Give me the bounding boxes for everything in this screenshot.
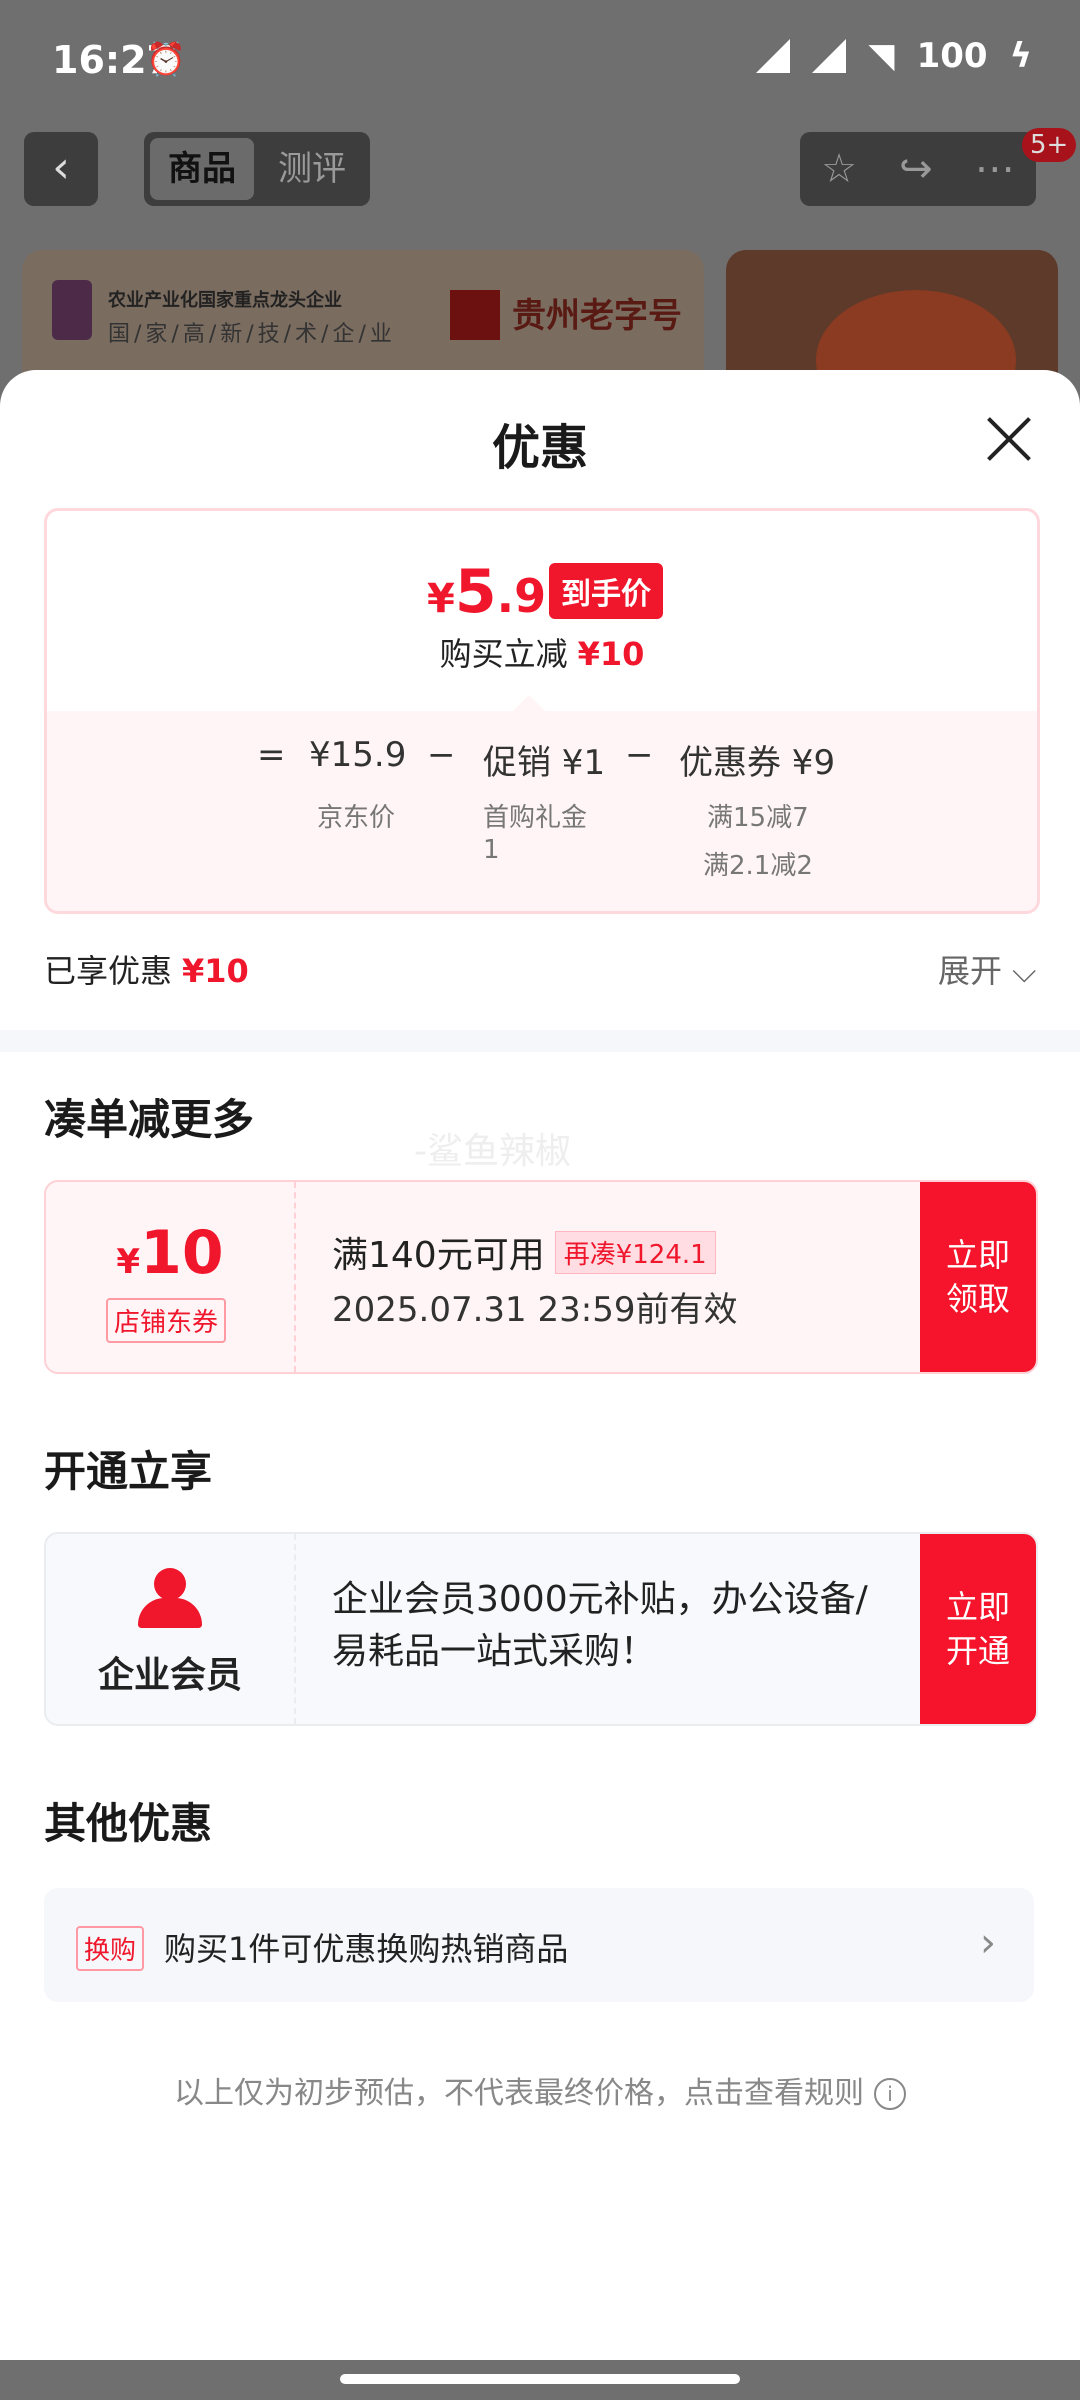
share-icon[interactable]: ↪ — [899, 146, 933, 192]
member-left: 企业会员 — [46, 1534, 296, 1724]
final-price-tag: 到手价 — [549, 563, 663, 619]
coupon-amount: 优惠券 ¥9 — [679, 743, 836, 783]
close-icon[interactable] — [984, 414, 1034, 464]
status-indicators: ◥ 100 ϟ — [756, 36, 1032, 76]
swap-text: 购买1件可优惠换购热销商品 — [164, 1930, 569, 1968]
sheet-title: 优惠 — [491, 420, 588, 476]
notification-badge: 5+ — [1022, 128, 1077, 162]
final-price-area: ¥5.9 到手价 购买立减 ¥10 — [47, 511, 1037, 711]
member-card: 企业会员 企业会员3000元补贴，办公设备/易耗品一站式采购！ 立即 开通 — [44, 1532, 1038, 1726]
coupon-value: ¥10 — [116, 1218, 224, 1288]
info-icon[interactable]: i — [874, 2078, 906, 2110]
tab-review[interactable]: 测评 — [260, 138, 364, 200]
final-price: ¥5.9 — [427, 557, 547, 627]
wifi-icon: ◥ — [868, 36, 895, 76]
toolbar: ☆ ↪ ⋯ — [800, 132, 1036, 206]
back-button[interactable]: ‹ — [24, 132, 98, 206]
chevron-right-icon: › — [980, 1920, 996, 1966]
banner-brand: 贵州老字号 — [512, 296, 682, 336]
minus-sign: − — [625, 735, 654, 775]
coupon-expiry: 2025.07.31 23:59前有效 — [332, 1290, 738, 1330]
price-calc-area: = ¥15.9 − 促销 ¥1 − 优惠券 ¥9 京东价 首购礼金 1 满15减… — [47, 695, 1037, 911]
member-description: 企业会员3000元补贴，办公设备/易耗品一站式采购！ — [332, 1579, 868, 1672]
user-icon — [138, 1568, 202, 1632]
battery-text: 100 — [916, 36, 988, 76]
price-breakdown-card: ¥5.9 到手价 购买立减 ¥10 = ¥15.9 − 促销 ¥1 − 优惠券 ¥… — [44, 508, 1040, 914]
promo-amount: 促销 ¥1 — [483, 743, 606, 783]
section-title-combine: 凑单减更多 — [44, 1095, 255, 1144]
coupon-label-1: 满15减7 — [707, 803, 809, 833]
rules-footnote[interactable]: 以上仅为初步预估，不代表最终价格，点击查看规则 i — [0, 2068, 1080, 2112]
coupon-label-2: 满2.1减2 — [703, 851, 813, 881]
base-price: ¥15.9 — [309, 735, 407, 775]
promo-label: 首购礼金 — [483, 803, 588, 833]
equals-sign: = — [257, 735, 286, 775]
star-icon[interactable]: ☆ — [821, 146, 857, 192]
enjoyed-discount: 已享优惠 ¥10 — [44, 952, 249, 990]
trade-in-offer-row[interactable]: 换购 购买1件可优惠换购热销商品 › — [44, 1888, 1034, 2002]
coupon-type: 店铺东券 — [106, 1298, 227, 1343]
signal-icon — [812, 39, 847, 73]
charging-icon: ϟ — [1009, 36, 1032, 76]
more-icon[interactable]: ⋯ — [975, 146, 1015, 192]
activate-membership-button[interactable]: 立即 开通 — [920, 1534, 1036, 1724]
brand-logo-icon — [52, 280, 92, 340]
coupon-more-needed: 再凑¥124.1 — [554, 1231, 716, 1274]
coupon-condition: 满140元可用 再凑¥124.1 — [332, 1226, 716, 1278]
section-title-membership: 开通立享 — [44, 1447, 213, 1496]
top-nav: ‹ 商品 测评 ☆ ↪ ⋯ 5+ — [0, 128, 1080, 212]
minus-sign: − — [427, 735, 456, 775]
brand-seal-icon — [450, 290, 500, 340]
base-price-label: 京东价 — [317, 803, 396, 833]
home-indicator[interactable] — [340, 2374, 740, 2384]
banner-line1: 农业产业化国家重点龙头企业 — [108, 290, 342, 311]
discount-sheet: 优惠 ¥5.9 到手价 购买立减 ¥10 = ¥15.9 − 促销 ¥1 − 优惠… — [0, 370, 1080, 2360]
banner-line2: 国/家/高/新/技/术/企/业 — [108, 322, 396, 347]
tab-switcher: 商品 测评 — [144, 132, 370, 206]
pointer — [513, 695, 545, 711]
section-title-other: 其他优惠 — [44, 1799, 213, 1848]
save-line: 购买立减 ¥10 — [439, 635, 645, 673]
tab-product[interactable]: 商品 — [150, 138, 254, 200]
swap-tag: 换购 — [76, 1926, 145, 1971]
signal-icon — [756, 39, 791, 73]
claim-coupon-button[interactable]: 立即 领取 — [920, 1182, 1036, 1372]
shop-coupon-card: ¥10 店铺东券 满140元可用 再凑¥124.1 2025.07.31 23:5… — [44, 1180, 1038, 1374]
status-bar: 16:27 ⏰ ◥ 100 ϟ — [0, 0, 1080, 120]
alarm-icon: ⏰ — [146, 40, 186, 78]
promo-label-2: 1 — [483, 835, 500, 865]
divider — [0, 1030, 1080, 1052]
expand-button[interactable]: 展开 ⌵ — [938, 946, 1036, 992]
member-label: 企业会员 — [97, 1655, 242, 1696]
watermark: -鲨鱼辣椒 — [414, 1131, 571, 1172]
coupon-left: ¥10 店铺东券 — [46, 1182, 296, 1372]
